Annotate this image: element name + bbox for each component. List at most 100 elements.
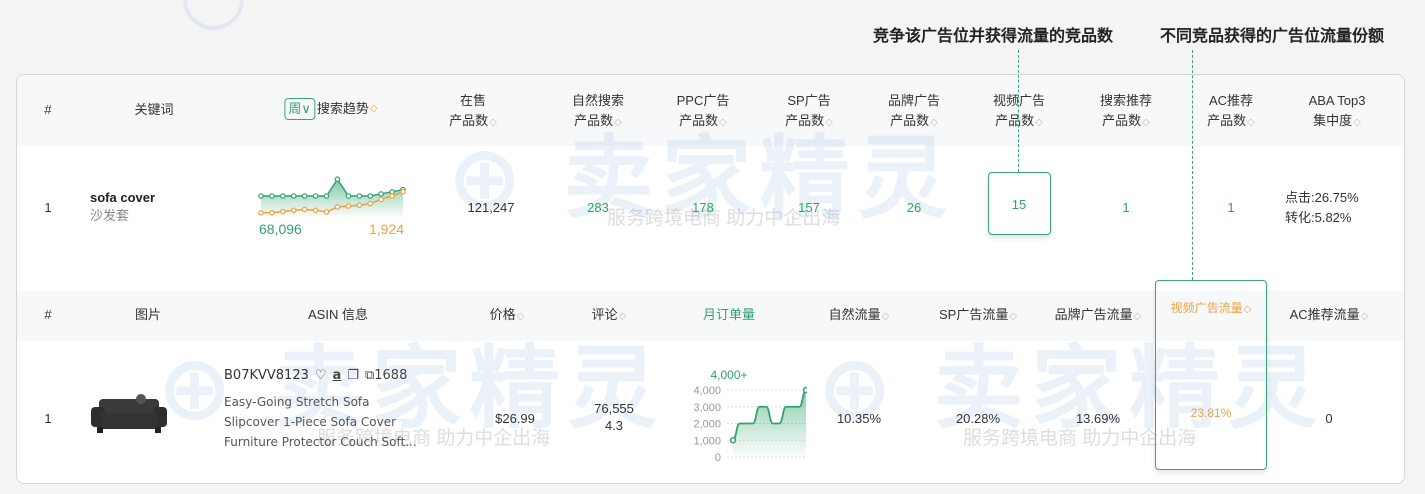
ac-count-value[interactable]: 1 xyxy=(1227,198,1234,218)
header-index: # xyxy=(44,102,52,117)
trend-point xyxy=(334,204,341,210)
header-ppc-count[interactable]: PPC广告 产品数◇ xyxy=(677,91,730,133)
search-rec-count-value[interactable]: 1 xyxy=(1122,198,1129,218)
product-image[interactable] xyxy=(91,391,167,435)
sort-icon[interactable]: ◇ xyxy=(882,311,890,322)
aba-click: 点击:26.75% xyxy=(1285,190,1359,205)
sort-icon[interactable]: ◇ xyxy=(489,117,497,128)
organic-count-value[interactable]: 283 xyxy=(587,198,609,218)
header-search-rec-count[interactable]: 搜索推荐 产品数◇ xyxy=(1100,91,1152,133)
trend-point xyxy=(290,193,297,199)
label: 产品数 xyxy=(995,113,1035,128)
label: 集中度 xyxy=(1313,113,1353,128)
sort-icon[interactable]: ◇ xyxy=(825,117,833,128)
sort-icon[interactable]: ◇ xyxy=(1361,311,1369,322)
monthly-orders-chart[interactable]: 4,000 3,000 2,000 1,000 0 xyxy=(657,385,807,465)
label: 产品数 xyxy=(449,113,489,128)
label: 产品数 xyxy=(890,113,930,128)
organic-traffic-value: 10.35% xyxy=(836,411,882,426)
label: 价格 xyxy=(489,307,516,322)
sort-icon[interactable]: ◇ xyxy=(1142,117,1150,128)
trend-right-value: 1,924 xyxy=(369,221,405,237)
header-organic-traffic[interactable]: 自然流量◇ xyxy=(829,305,890,327)
annotation-competitor-count: 竞争该广告位并获得流量的竞品数 xyxy=(873,28,1114,45)
sort-icon[interactable]: ◇ xyxy=(719,117,727,128)
ppc-count-value[interactable]: 178 xyxy=(692,198,714,218)
annotation-traffic-share: 不同竞品获得的广告位流量份额 xyxy=(1160,28,1385,45)
heart-icon[interactable]: ♡ xyxy=(315,366,327,386)
header-brand-count[interactable]: 品牌广告产品数◇ xyxy=(888,91,940,133)
sp-traffic-value: 20.28% xyxy=(955,411,1001,426)
y-tick-label: 3,000 xyxy=(693,402,721,414)
reviews-cell: 76,555 4.3 xyxy=(594,400,634,434)
label: 品牌广告 xyxy=(887,93,941,108)
header-index: # xyxy=(44,307,52,322)
asin-info: B07KVV8123 ♡ a ❐ ⧉1688 Easy-Going Stretc… xyxy=(224,366,417,452)
sort-icon[interactable]: ◇ xyxy=(1009,311,1017,322)
label: 自然流量 xyxy=(828,307,881,322)
brand-count-value[interactable]: 26 xyxy=(907,198,921,218)
header-on-sale[interactable]: 在售 产品数◇ xyxy=(449,91,497,133)
ac-traffic-value: 0 xyxy=(1325,411,1333,426)
sort-icon[interactable]: ◇ xyxy=(1353,117,1361,128)
reviews-count: 76,555 xyxy=(594,401,634,416)
search-trend-sparkline[interactable] xyxy=(255,171,410,221)
header-organic-count[interactable]: 自然搜索 产品数◇ xyxy=(572,91,624,133)
header-monthly-orders[interactable]: 月订单量 xyxy=(703,305,755,325)
keyword-text[interactable]: sofa cover xyxy=(90,189,155,207)
trend-label: 搜索趋势 xyxy=(316,101,369,116)
trend-point xyxy=(356,193,363,199)
row-index: 1 xyxy=(44,200,52,215)
amazon-icon[interactable]: a xyxy=(333,366,342,386)
asin-link[interactable]: B07KVV8123 xyxy=(224,366,309,386)
trend-point xyxy=(290,207,297,214)
header-search-trend[interactable]: 周∨ 搜索趋势 ◇ xyxy=(284,98,378,120)
copy-icon[interactable]: ❐ xyxy=(347,366,359,386)
header-sp-count[interactable]: SP广告 产品数◇ xyxy=(785,91,833,133)
keyword-card: ⊕ 卖家精灵 服务跨境电商 助力中企出海 ⊕ 卖家精灵 服务跨境电商 助力中企出… xyxy=(16,74,1405,484)
sp-count-value[interactable]: 157 xyxy=(798,198,820,218)
trend-point xyxy=(280,208,286,215)
keyword-cn: 沙发套 xyxy=(90,208,130,223)
link-1688[interactable]: ⧉1688 xyxy=(365,366,407,386)
header-video-count[interactable]: 视频广告 产品数◇ xyxy=(993,91,1045,133)
sort-icon[interactable]: ◇ xyxy=(930,117,938,128)
keyword-cell[interactable]: sofa cover 沙发套 xyxy=(90,189,155,225)
header-sp-traffic[interactable]: SP广告流量◇ xyxy=(939,305,1017,327)
header-brand-traffic[interactable]: 品牌广告流量◇ xyxy=(1055,305,1142,327)
sort-icon[interactable]: ◇ xyxy=(614,117,622,128)
period-select[interactable]: 周∨ xyxy=(284,98,315,120)
sort-icon[interactable]: ◇ xyxy=(1134,311,1142,322)
sort-icon[interactable]: ◇ xyxy=(370,99,378,119)
sort-icon[interactable]: ◇ xyxy=(517,311,525,322)
watermark: ◯ xyxy=(180,0,247,30)
header-ac-count[interactable]: AC推荐 产品数◇ xyxy=(1207,91,1255,133)
header-ac-traffic[interactable]: AC推荐流量◇ xyxy=(1290,305,1369,327)
monthly-point xyxy=(729,437,737,444)
header-price[interactable]: 价格◇ xyxy=(490,305,525,327)
trend-point xyxy=(323,193,330,199)
y-tick-label: 4,000 xyxy=(693,385,721,397)
label: ABA Top3 xyxy=(1308,93,1366,108)
product-title[interactable]: Easy-Going Stretch Sofa Slipcover 1-Piec… xyxy=(224,392,417,452)
header-reviews[interactable]: 评论◇ xyxy=(592,305,627,327)
link-1688-label: 1688 xyxy=(374,368,408,383)
monthly-orders-label: 4,000+ xyxy=(710,368,748,382)
video-count-value[interactable]: 15 xyxy=(1012,195,1026,215)
sort-icon[interactable]: ◇ xyxy=(1035,117,1043,128)
video-traffic-value: 23.81% xyxy=(1190,406,1232,420)
label: 视频广告流量 xyxy=(1170,301,1243,315)
trend-point xyxy=(269,193,275,199)
sort-icon[interactable]: ◇ xyxy=(619,311,627,322)
trend-point xyxy=(280,193,286,199)
label: SP广告 xyxy=(787,93,831,108)
header-video-traffic[interactable]: 视频广告流量◇ xyxy=(1171,298,1252,320)
sort-icon[interactable]: ◇ xyxy=(1244,304,1252,315)
annotation-line-left xyxy=(1018,50,1019,172)
trend-point xyxy=(378,196,384,203)
sort-icon[interactable]: ◇ xyxy=(1247,117,1255,128)
trend-point xyxy=(356,202,363,209)
label: PPC广告 xyxy=(676,93,730,108)
header-aba-top3[interactable]: ABA Top3 集中度◇ xyxy=(1309,91,1366,133)
aba-concentration: 点击:26.75% 转化:5.82% xyxy=(1285,188,1359,228)
